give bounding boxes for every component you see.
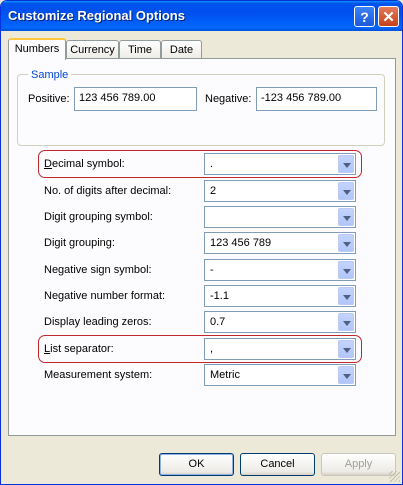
digits-after-decimal-label: No. of digits after decimal: [44, 185, 172, 197]
chevron-down-icon[interactable] [338, 287, 354, 305]
positive-sample-field[interactable]: 123 456 789.00 [74, 87, 197, 111]
chevron-down-icon[interactable] [338, 182, 354, 200]
list-separator-label: List separator: [44, 343, 114, 355]
tab-numbers[interactable]: Numbers [8, 38, 66, 60]
digit-grouping-value: 123 456 789 [210, 237, 272, 249]
help-button[interactable]: ? [354, 6, 375, 27]
decimal-symbol-value: . [210, 158, 214, 170]
decimal-symbol-label-text: ecimal symbol: [51, 158, 125, 170]
tab-currency[interactable]: Currency [66, 40, 119, 59]
negative-label: Negative: [205, 93, 252, 105]
digit-grouping-symbol-select[interactable] [204, 206, 356, 228]
digit-grouping-select[interactable]: 123 456 789 [204, 232, 356, 254]
sample-group-label: Sample [28, 69, 72, 81]
chevron-down-icon[interactable] [338, 208, 354, 226]
measurement-system-value: Metric [210, 369, 240, 381]
title-bar[interactable]: Customize Regional Options ? ✕ [1, 1, 402, 31]
list-separator-value: , [210, 343, 214, 355]
negative-sign-symbol-select[interactable]: - [204, 259, 356, 281]
measurement-system-label: Measurement system: [44, 369, 153, 381]
tab-date[interactable]: Date [161, 40, 202, 59]
list-separator-label-text: ist separator: [50, 343, 114, 355]
negative-sample-field[interactable]: -123 456 789.00 [256, 87, 377, 111]
chevron-down-icon[interactable] [338, 261, 354, 279]
chevron-down-icon[interactable] [338, 313, 354, 331]
negative-sign-symbol-label: Negative sign symbol: [44, 264, 152, 276]
chevron-down-icon[interactable] [338, 340, 354, 358]
list-separator-select[interactable]: , [204, 338, 356, 360]
cancel-button[interactable]: Cancel [240, 453, 315, 476]
close-button[interactable]: ✕ [378, 6, 399, 27]
display-leading-zeros-label: Display leading zeros: [44, 316, 152, 328]
display-leading-zeros-value: 0.7 [210, 316, 226, 328]
decimal-symbol-select[interactable]: . [204, 153, 356, 175]
positive-label: Positive: [28, 93, 70, 105]
chevron-down-icon[interactable] [338, 366, 354, 384]
digits-after-decimal-value: 2 [210, 185, 217, 197]
window-title: Customize Regional Options [8, 8, 185, 23]
customize-regional-options-dialog: Customize Regional Options ? ✕ Numbers C… [0, 0, 403, 485]
chevron-down-icon[interactable] [338, 155, 354, 173]
resize-grip-icon[interactable] [389, 471, 400, 482]
decimal-symbol-label: Decimal symbol: [44, 158, 125, 170]
negative-number-format-value: -1.1 [210, 290, 229, 302]
negative-sign-symbol-value: - [210, 264, 214, 276]
negative-number-format-label: Negative number format: [44, 290, 166, 302]
digit-grouping-label: Digit grouping: [44, 237, 115, 249]
measurement-system-select[interactable]: Metric [204, 364, 356, 386]
ok-button[interactable]: OK [159, 453, 234, 476]
display-leading-zeros-select[interactable]: 0.7 [204, 311, 356, 333]
apply-button[interactable]: Apply [321, 453, 396, 476]
negative-number-format-select[interactable]: -1.1 [204, 285, 356, 307]
tab-time[interactable]: Time [119, 40, 161, 59]
digit-grouping-symbol-label: Digit grouping symbol: [44, 211, 153, 223]
chevron-down-icon[interactable] [338, 234, 354, 252]
digits-after-decimal-select[interactable]: 2 [204, 180, 356, 202]
